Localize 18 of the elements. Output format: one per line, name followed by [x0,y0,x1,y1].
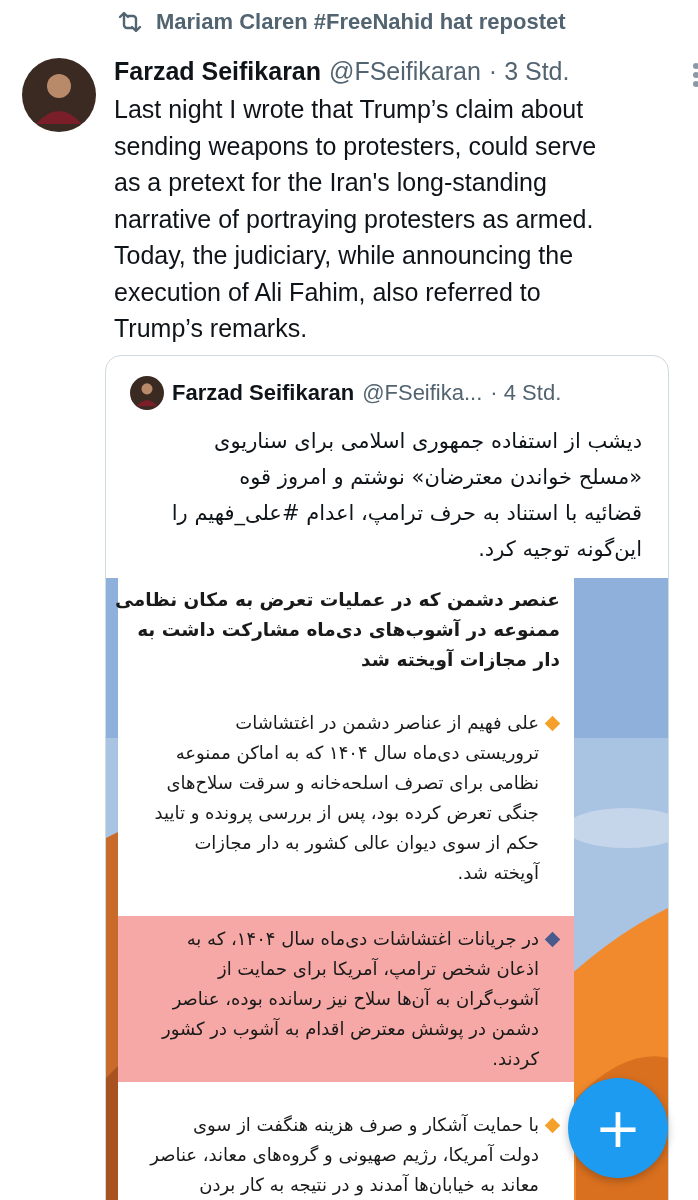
quote-time: · 4 Std. [490,379,562,406]
author-name[interactable]: Farzad Seifikaran [114,56,322,86]
repost-label[interactable]: Mariam Claren #FreeNahid hat repostet [156,9,566,35]
repost-icon [118,11,142,33]
quote-author-name: Farzad Seifikaran [172,379,355,406]
avatar[interactable] [22,58,96,132]
quote-text: دیشب از استفاده جمهوری اسلامی برای سناریوی «مسلح خواندن معترضان» نوشتم و امروز قوه قضائیه با استناد به حرف ترامپ، اعدام #علی_فهیم را این‌گونه توجیه کرد. [170,427,643,563]
quote-avatar[interactable] [130,375,164,410]
article-paragraph: با حمایت آشکار و صرف هزینه هنگفت از سوی دولت آمریکا، رژیم صهیونی و گروه‌های معاند، عناصر معاند به خیابان‌ها آمدند و در نتیجه به کار بردن [150,1112,539,1198]
post-time: · 3 Std. [488,56,570,86]
article-paragraph: در جریانات اغتشاشات دی‌ماه سال ۱۴۰۴، که به اذعان شخص ترامپ، آمریکا برای حمایت از آشوب‌گران به آن‌ها سلاح نیز رسانده بوده، عناصر دشمن در پوشش معترض اقدام به آشوب در کشور کردند. [162,926,539,1072]
article-paragraph: علی فهیم از عناصر دشمن در اغتشاشات تروریستی دی‌ماه سال ۱۴۰۴ که به اماکن ممنوعه نظامی برای تصرف اسلحه‌خانه و سرقت سلاح‌های جنگی تعرض کرده بود، پس از بررسی پرونده و تایید حکم از سوی دیوان عالی کشور به دار مجازات آویخته شد. [154,710,539,886]
quote-author-handle: @FSeifika... [362,379,483,406]
article-title: عنصر دشمن که در عملیات تعرض به مکان نظامی ممنوعه در آشوب‌های دی‌ماه مشارکت داشت به دار مجازات آویخته شد [118,587,561,673]
author-handle[interactable]: @FSeifikaran [329,56,481,86]
more-icon[interactable] [692,62,698,88]
post-text: Last night I wrote that Trump’s claim about sending weapons to protesters, could serve as a pretext for the Iran's long-standing narrative of portraying protesters as armed. Today, the judiciary, while announcing the execution of Ali Fahim, also referred to Trump’s remarks. [114,94,598,344]
quoted-post[interactable] [105,354,669,1200]
